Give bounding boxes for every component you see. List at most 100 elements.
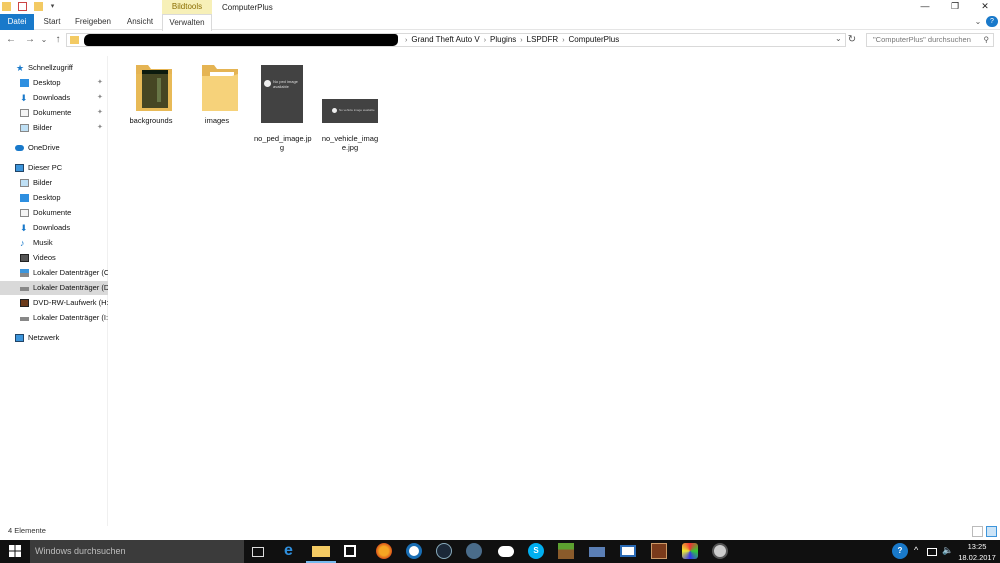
game-icon[interactable] (651, 543, 667, 559)
forward-button[interactable]: → (24, 34, 36, 46)
sidebar-item-label: Videos (33, 253, 56, 262)
sidebar-item-drive-d[interactable]: Lokaler Datenträger (D (0, 281, 108, 295)
sidebar-item-dvd-h[interactable]: DVD-RW-Laufwerk (H: (0, 296, 108, 310)
pin-icon: ✦ (97, 94, 103, 101)
folder-item[interactable]: images (190, 60, 244, 125)
sidebar-item-dokumente-pc[interactable]: Dokumente (0, 206, 108, 220)
taskbar-search-input[interactable]: Windows durchsuchen (30, 540, 244, 563)
drive-icon (20, 287, 29, 291)
start-button[interactable] (0, 540, 30, 563)
tab-verwalten[interactable]: Verwalten (162, 14, 212, 31)
mail-icon[interactable] (620, 545, 636, 557)
windows-logo-icon (9, 545, 21, 557)
game-icon-2[interactable] (682, 543, 698, 559)
help-icon[interactable]: ? (986, 16, 998, 27)
clock[interactable]: 13:25 18.02.2017 (956, 540, 998, 563)
folder-item[interactable]: backgrounds (124, 60, 178, 125)
help-icon[interactable]: ? (892, 543, 908, 559)
breadcrumb-item[interactable]: LSPDFR (527, 35, 559, 44)
breadcrumb-separator: › (405, 37, 408, 44)
tab-ansicht[interactable]: Ansicht (122, 14, 158, 30)
computer-icon (15, 164, 24, 172)
music-icon: ♪ (20, 238, 25, 248)
download-icon: ⬇ (20, 223, 28, 233)
pictures-icon (20, 179, 29, 187)
sidebar-item-label: Schnellzugriff (28, 63, 73, 72)
sidebar-item-videos[interactable]: Videos (0, 251, 108, 265)
sidebar-item-onedrive[interactable]: OneDrive (0, 141, 108, 155)
sidebar-item-desktop-pc[interactable]: Desktop (0, 191, 108, 205)
onedrive-icon[interactable] (498, 546, 514, 557)
edge-icon[interactable]: e (284, 543, 300, 559)
address-dropdown-button[interactable]: ⌄ (835, 34, 842, 43)
app-icon[interactable] (466, 543, 482, 559)
sidebar-item-drive-c[interactable]: Lokaler Datenträger (C (0, 266, 108, 280)
game-icon-3[interactable] (712, 543, 728, 559)
sidebar-item-dieser-pc[interactable]: Dieser PC (0, 161, 108, 175)
recent-locations-button[interactable]: ⌄ (38, 34, 50, 46)
image-file-item[interactable]: No ped image available no_ped_image.jp g (254, 56, 312, 161)
properties-icon[interactable] (18, 2, 27, 11)
teamviewer-icon[interactable] (406, 543, 422, 559)
refresh-button[interactable]: ↻ (846, 34, 858, 46)
details-view-button[interactable] (972, 526, 983, 537)
file-name: backgrounds (129, 116, 173, 125)
breadcrumb-item[interactable]: ComputerPlus (569, 35, 620, 44)
sidebar-item-downloads-pc[interactable]: ⬇ Downloads (0, 221, 108, 235)
sidebar-item-musik[interactable]: ♪ Musik (0, 236, 108, 250)
sidebar-item-label: Downloads (33, 223, 71, 232)
breadcrumb-item[interactable]: Grand Theft Auto V (411, 35, 479, 44)
star-icon: ★ (16, 63, 25, 73)
tab-freigeben[interactable]: Freigeben (72, 14, 114, 30)
file-name: images (204, 116, 230, 125)
sidebar-item-downloads[interactable]: ⬇ Downloads ✦ (0, 91, 108, 105)
minecraft-icon[interactable] (558, 543, 574, 559)
pin-icon: ✦ (97, 109, 103, 116)
sidebar-item-label: Dokumente (33, 108, 72, 117)
sidebar-item-schnellzugriff[interactable]: ★ Schnellzugriff (0, 61, 108, 75)
sidebar-item-bilder[interactable]: Bilder ✦ (0, 121, 108, 135)
status-bar: 4 Elemente (0, 524, 1000, 540)
up-button[interactable]: ↑ (52, 34, 64, 46)
sidebar-item-netzwerk[interactable]: Netzwerk (0, 331, 108, 345)
task-view-icon[interactable] (252, 547, 264, 557)
store-icon[interactable] (344, 545, 356, 557)
info-icon (264, 80, 271, 87)
steam-icon[interactable] (436, 543, 452, 559)
skype-icon[interactable]: S (528, 543, 544, 559)
item-count: 4 Elemente (8, 526, 46, 535)
close-button[interactable]: ✕ (970, 0, 1000, 14)
new-folder-icon[interactable] (34, 2, 43, 11)
tab-start[interactable]: Start (38, 14, 66, 30)
sidebar-item-label: Desktop (33, 193, 61, 202)
breadcrumb-separator: › (520, 37, 523, 44)
sidebar-item-label: Bilder (33, 123, 53, 132)
sidebar-item-dokumente[interactable]: Dokumente ✦ (0, 106, 108, 120)
maximize-button[interactable]: ❐ (940, 0, 970, 14)
sidebar-item-label: Lokaler Datenträger (C (33, 268, 108, 277)
file-explorer-icon[interactable] (312, 546, 330, 557)
network-app-icon[interactable] (589, 547, 605, 557)
navigation-pane: ★ Schnellzugriff Desktop ✦ ⬇ Downloads ✦… (0, 56, 108, 526)
search-input[interactable]: "ComputerPlus" durchsuchen ⚲ (866, 33, 994, 47)
expand-ribbon-icon[interactable]: ⌄ (972, 14, 984, 30)
sidebar-item-bilder-pc[interactable]: Bilder (0, 176, 108, 190)
network-icon[interactable] (927, 548, 937, 556)
volume-icon[interactable]: 🔈 (942, 545, 953, 556)
redacted-path (84, 34, 398, 46)
sidebar-item-drive-i[interactable]: Lokaler Datenträger (I: (0, 311, 108, 325)
minimize-button[interactable]: — (910, 0, 940, 14)
breadcrumb-separator: › (562, 37, 565, 44)
firefox-icon[interactable] (376, 543, 392, 559)
large-icons-view-button[interactable] (986, 526, 997, 537)
customize-qat-icon[interactable]: ▾ (48, 2, 57, 11)
sidebar-item-desktop[interactable]: Desktop ✦ (0, 76, 108, 90)
image-file-item[interactable]: No vehicle image available no_vehicle_im… (320, 56, 380, 161)
back-button[interactable]: ← (5, 34, 17, 46)
tab-datei[interactable]: Datei (0, 14, 34, 30)
show-hidden-icons-icon[interactable]: ^ (914, 545, 918, 555)
breadcrumb-item[interactable]: Plugins (490, 35, 516, 44)
drive-icon (20, 269, 29, 277)
clock-date: 18.02.2017 (958, 553, 996, 562)
image-thumbnail: No ped image available (261, 65, 303, 123)
